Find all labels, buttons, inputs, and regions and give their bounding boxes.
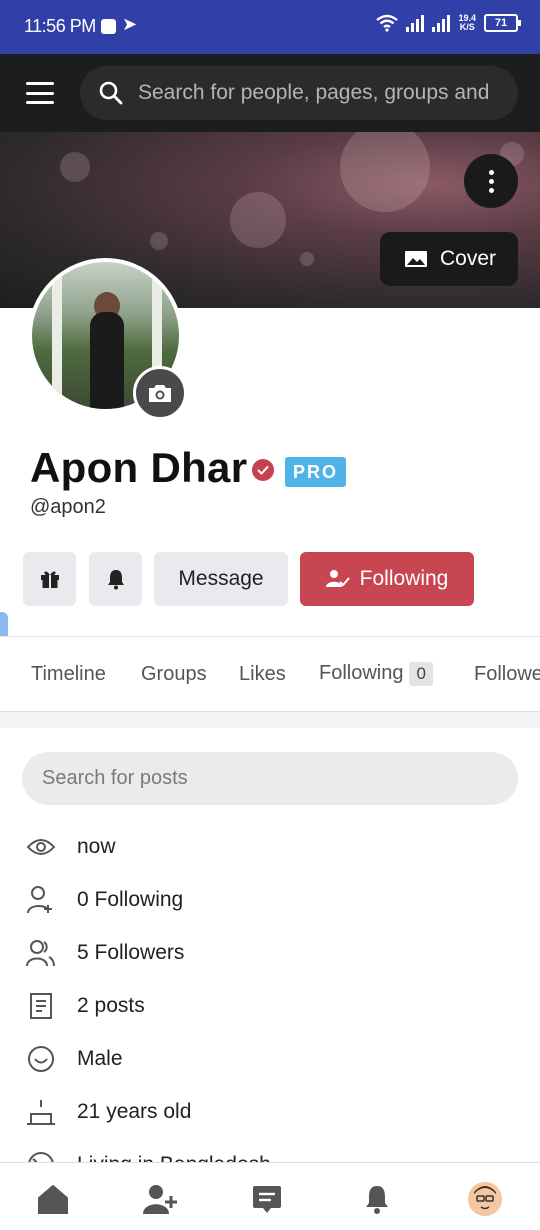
verified-icon <box>252 459 274 481</box>
search-bar[interactable] <box>80 66 518 120</box>
document-icon <box>26 991 56 1021</box>
info-row-last-seen: now <box>26 827 526 867</box>
menu-icon[interactable] <box>26 82 54 104</box>
eye-icon <box>26 832 56 862</box>
section-divider <box>0 712 540 728</box>
status-bar: 11:56 PM ➤ 19.4 K/S 71 <box>0 0 540 54</box>
battery-level: 71 <box>494 17 508 29</box>
more-options-button[interactable] <box>464 154 518 208</box>
user-add-icon <box>143 1185 177 1214</box>
users-icon <box>26 938 56 968</box>
tab-likes-label: Likes <box>239 663 286 685</box>
info-row-posts: 2 posts <box>26 986 526 1026</box>
following-button[interactable]: Following <box>300 552 474 606</box>
info-text: 21 years old <box>77 1100 192 1123</box>
nav-messages[interactable] <box>247 1179 287 1219</box>
cover-button-label: Cover <box>440 247 497 270</box>
tab-timeline-label: Timeline <box>31 663 106 685</box>
info-text: 2 posts <box>77 994 145 1017</box>
profile-handle: @apon2 <box>30 496 106 518</box>
tab-followers-label: Followers <box>474 663 540 685</box>
user-add-icon <box>26 885 56 915</box>
tab-followers[interactable]: Followers <box>474 663 540 686</box>
tab-following-label: Following <box>319 662 404 684</box>
message-button[interactable]: Message <box>154 552 288 606</box>
signal-icon <box>406 14 425 32</box>
search-input[interactable] <box>138 81 498 105</box>
user-check-icon <box>325 570 350 587</box>
wifi-icon <box>376 14 399 32</box>
image-icon <box>405 251 427 267</box>
network-speed-unit: K/S <box>459 22 475 32</box>
bell-icon <box>107 570 124 590</box>
gift-icon <box>40 571 59 588</box>
tab-following-count: 0 <box>409 662 433 686</box>
bell-icon <box>366 1186 388 1214</box>
change-avatar-button[interactable] <box>133 366 187 420</box>
tab-groups[interactable]: Groups <box>141 663 207 686</box>
cake-icon <box>26 1097 56 1127</box>
post-search-input[interactable] <box>22 752 518 805</box>
info-text: Male <box>77 1047 123 1070</box>
signal-icon-2 <box>432 14 451 32</box>
info-row-age: 21 years old <box>26 1092 526 1132</box>
avatar <box>468 1182 502 1216</box>
app-header <box>0 54 540 132</box>
bottom-nav <box>0 1162 540 1230</box>
info-row-gender: Male <box>26 1039 526 1079</box>
profile-name: Apon Dhar <box>30 444 248 491</box>
telegram-icon: ➤ <box>122 14 138 34</box>
change-cover-button[interactable]: Cover <box>380 232 518 286</box>
camera-icon <box>149 385 171 402</box>
status-right: 19.4 K/S 71 <box>376 14 521 32</box>
nav-profile[interactable] <box>465 1179 505 1219</box>
pro-badge: PRO <box>285 457 346 487</box>
info-text: 0 Following <box>77 888 184 911</box>
chat-icon <box>253 1186 281 1213</box>
smile-icon <box>26 1044 56 1074</box>
following-button-label: Following <box>359 567 449 590</box>
network-speed: 19.4 K/S <box>458 14 476 32</box>
tab-likes[interactable]: Likes <box>239 663 286 686</box>
tab-following[interactable]: Following 0 <box>319 662 433 686</box>
tab-groups-label: Groups <box>141 663 207 685</box>
tab-timeline[interactable]: Timeline <box>31 663 106 686</box>
status-time: 11:56 PM <box>24 16 96 36</box>
notify-button[interactable] <box>89 552 142 606</box>
info-row-followers: 5 Followers <box>26 933 526 973</box>
info-text: 5 Followers <box>77 941 185 964</box>
gift-button[interactable] <box>23 552 76 606</box>
notification-icon <box>101 19 116 34</box>
nav-notifications[interactable] <box>357 1179 397 1219</box>
home-icon <box>38 1185 68 1214</box>
info-text: now <box>77 835 116 858</box>
search-icon <box>99 81 123 105</box>
nav-home[interactable] <box>33 1179 73 1219</box>
info-row-following: 0 Following <box>26 880 526 920</box>
nav-friend-requests[interactable] <box>140 1179 180 1219</box>
battery-icon: 71 <box>484 14 521 32</box>
profile-tabs: Timeline Groups Likes Following0 Followe… <box>0 636 540 712</box>
